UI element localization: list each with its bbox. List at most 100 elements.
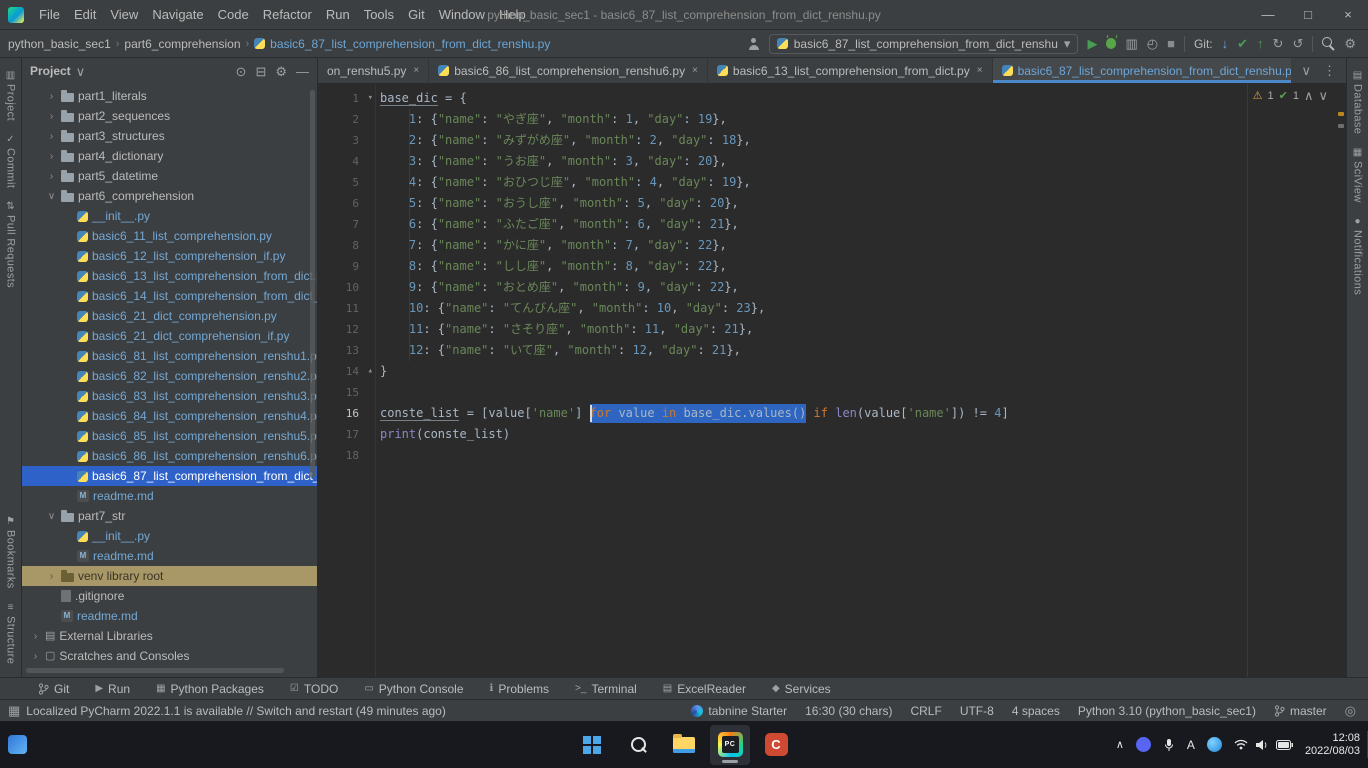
tree-item-basic6-85-list-comprehension-renshu5-py[interactable]: basic6_85_list_comprehension_renshu5.py [22, 426, 317, 446]
line-number-1[interactable]: 1▾ [318, 88, 375, 109]
tree-item-part1-literals[interactable]: ›part1_literals [22, 86, 317, 106]
line-number-5[interactable]: 5 [318, 172, 375, 193]
code-line-4[interactable]: 3: {"name": "うお座", "month": 3, "day": 20… [380, 151, 1346, 172]
git-rollback-button[interactable]: ↺ [1292, 37, 1303, 50]
line-number-9[interactable]: 9 [318, 256, 375, 277]
line-number-17[interactable]: 17 [318, 424, 375, 445]
project-horizontal-scrollbar[interactable] [26, 668, 284, 673]
run-configuration-select[interactable]: basic6_87_list_comprehension_from_dict_r… [769, 34, 1079, 54]
toolwindow-button-sciview[interactable]: ▦SciView [1352, 141, 1364, 210]
taskbar-pycharm[interactable]: PC [710, 725, 750, 765]
menu-tools[interactable]: Tools [357, 0, 401, 30]
toolwindow-button-commit[interactable]: ✓Commit [5, 128, 17, 195]
code-line-7[interactable]: 6: {"name": "ふたご座", "month": 6, "day": 2… [380, 214, 1346, 235]
tree-item-basic6-11-list-comprehension-py[interactable]: basic6_11_list_comprehension.py [22, 226, 317, 246]
taskbar-start[interactable] [572, 725, 612, 765]
line-number-3[interactable]: 3 [318, 130, 375, 151]
tree-item-basic6-21-dict-comprehension-py[interactable]: basic6_21_dict_comprehension.py [22, 306, 317, 326]
debug-button[interactable] [1106, 38, 1116, 49]
menu-code[interactable]: Code [211, 0, 256, 30]
breadcrumb-item-2[interactable]: basic6_87_list_comprehension_from_dict_r… [270, 37, 550, 51]
toolwindow-button-git[interactable]: Git [38, 682, 69, 696]
code-editor[interactable]: 1▾234567891011121314▴15161718 base_dic =… [318, 84, 1346, 677]
menu-git[interactable]: Git [401, 0, 432, 30]
menu-refactor[interactable]: Refactor [256, 0, 319, 30]
code-with-me-icon[interactable] [748, 38, 760, 50]
tree-item-basic6-12-list-comprehension-if-py[interactable]: basic6_12_list_comprehension_if.py [22, 246, 317, 266]
close-button[interactable]: × [1328, 0, 1368, 29]
code-line-13[interactable]: 12: {"name": "いて座", "month": 12, "day": … [380, 340, 1346, 361]
code-line-9[interactable]: 8: {"name": "しし座", "month": 8, "day": 22… [380, 256, 1346, 277]
line-number-13[interactable]: 13 [318, 340, 375, 361]
line-number-18[interactable]: 18 [318, 445, 375, 466]
tray-expand-icon[interactable]: ∧ [1116, 738, 1124, 751]
fold-close-icon[interactable]: ▴ [368, 361, 373, 382]
taskbar-clock[interactable]: 12:08 2022/08/03 [1305, 732, 1360, 758]
project-vertical-scrollbar[interactable] [310, 90, 315, 478]
tree-item-basic6-83-list-comprehension-renshu3-py[interactable]: basic6_83_list_comprehension_renshu3.py [22, 386, 317, 406]
close-tab-icon[interactable]: × [692, 65, 698, 76]
line-number-2[interactable]: 2 [318, 109, 375, 130]
line-number-11[interactable]: 11 [318, 298, 375, 319]
tree-item-readme-md[interactable]: Mreadme.md [22, 486, 317, 506]
toolwindow-button-database[interactable]: ▤Database [1352, 64, 1364, 141]
editor-tab-basic6-86-list-comprehension-renshu6-py[interactable]: basic6_86_list_comprehension_renshu6.py× [429, 58, 708, 83]
status-globe[interactable]: ◎ [1345, 704, 1356, 717]
code-line-2[interactable]: 1: {"name": "やぎ座", "month": 1, "day": 19… [380, 109, 1346, 130]
toolwindow-button-terminal[interactable]: >_Terminal [575, 682, 637, 696]
tree-item-basic6-14-list-comprehension-from-dict-if-py[interactable]: basic6_14_list_comprehension_from_dict_i… [22, 286, 317, 306]
maximize-button[interactable]: □ [1288, 0, 1328, 29]
tree-item-part2-sequences[interactable]: ›part2_sequences [22, 106, 317, 126]
more-options-icon[interactable]: ⋮ [1323, 64, 1336, 77]
line-number-12[interactable]: 12 [318, 319, 375, 340]
line-number-15[interactable]: 15 [318, 382, 375, 403]
hide-panel-icon[interactable]: — [296, 65, 309, 78]
line-number-7[interactable]: 7 [318, 214, 375, 235]
breadcrumb-item-1[interactable]: part6_comprehension [124, 37, 240, 51]
tree-item-part5-datetime[interactable]: ›part5_datetime [22, 166, 317, 186]
menu-window[interactable]: Window [432, 0, 492, 30]
tree-item-init-py[interactable]: __init__.py [22, 206, 317, 226]
close-tab-icon[interactable]: × [413, 65, 419, 76]
tree-item-external-libraries[interactable]: ›▤External Libraries [22, 626, 317, 646]
toolwindow-button-project[interactable]: ▥Project [5, 64, 17, 128]
prev-problem-icon[interactable]: ∧ [1304, 89, 1314, 102]
menu-run[interactable]: Run [319, 0, 357, 30]
tree-item-basic6-84-list-comprehension-renshu4-py[interactable]: basic6_84_list_comprehension_renshu4.py [22, 406, 317, 426]
menu-file[interactable]: File [32, 0, 67, 30]
tree-item-part7-str[interactable]: ∨part7_str [22, 506, 317, 526]
code-line-17[interactable]: print(conste_list) [380, 424, 1346, 445]
line-number-8[interactable]: 8 [318, 235, 375, 256]
settings-gear-icon[interactable]: ⚙ [1344, 37, 1356, 50]
editor-tab-basic6-87-list-comprehension-from-dict-renshu-py[interactable]: basic6_87_list_comprehension_from_dict_r… [993, 58, 1292, 83]
code-line-15[interactable] [380, 382, 1346, 403]
tree-item-basic6-87-list-comprehension-from-dict-renshu-py[interactable]: basic6_87_list_comprehension_from_dict_r… [22, 466, 317, 486]
search-everywhere-icon[interactable] [1322, 37, 1335, 50]
menu-view[interactable]: View [103, 0, 145, 30]
toolwindow-button-structure[interactable]: ≡Structure [5, 596, 17, 671]
hidden-tabs-icon[interactable]: ∨ [1301, 64, 1311, 77]
line-number-4[interactable]: 4 [318, 151, 375, 172]
taskbar-search[interactable] [618, 725, 658, 765]
cortana-icon[interactable] [1207, 737, 1222, 752]
code-line-1[interactable]: base_dic = { [380, 88, 1346, 109]
editor-tab-on-renshu5-py[interactable]: on_renshu5.py× [318, 58, 429, 83]
network-volume-battery[interactable] [1234, 739, 1293, 751]
code-line-3[interactable]: 2: {"name": "みずがめ座", "month": 2, "day": … [380, 130, 1346, 151]
status-python-interpreter[interactable]: Python 3.10 (python_basic_sec1) [1078, 704, 1256, 718]
breadcrumb-item-0[interactable]: python_basic_sec1 [8, 37, 111, 51]
line-number-14[interactable]: 14▴ [318, 361, 375, 382]
status-encoding[interactable]: UTF-8 [960, 704, 994, 718]
git-push-button[interactable]: ↑ [1257, 37, 1264, 50]
code-line-5[interactable]: 4: {"name": "おひつじ座", "month": 4, "day": … [380, 172, 1346, 193]
inspections-widget[interactable]: ⚠ 1 ✔ 1 ∧ ∨ [1253, 89, 1328, 102]
line-number-10[interactable]: 10 [318, 277, 375, 298]
stop-button[interactable]: ■ [1167, 37, 1175, 50]
tree-item-basic6-81-list-comprehension-renshu1-py[interactable]: basic6_81_list_comprehension_renshu1.py [22, 346, 317, 366]
discord-icon[interactable] [1136, 737, 1151, 752]
line-number-16[interactable]: 16 [318, 403, 375, 424]
code-line-12[interactable]: 11: {"name": "さそり座", "month": 11, "day":… [380, 319, 1346, 340]
run-button[interactable]: ▶ [1087, 37, 1097, 50]
fold-open-icon[interactable]: ▾ [368, 88, 373, 109]
tree-item-gitignore[interactable]: .gitignore [22, 586, 317, 606]
